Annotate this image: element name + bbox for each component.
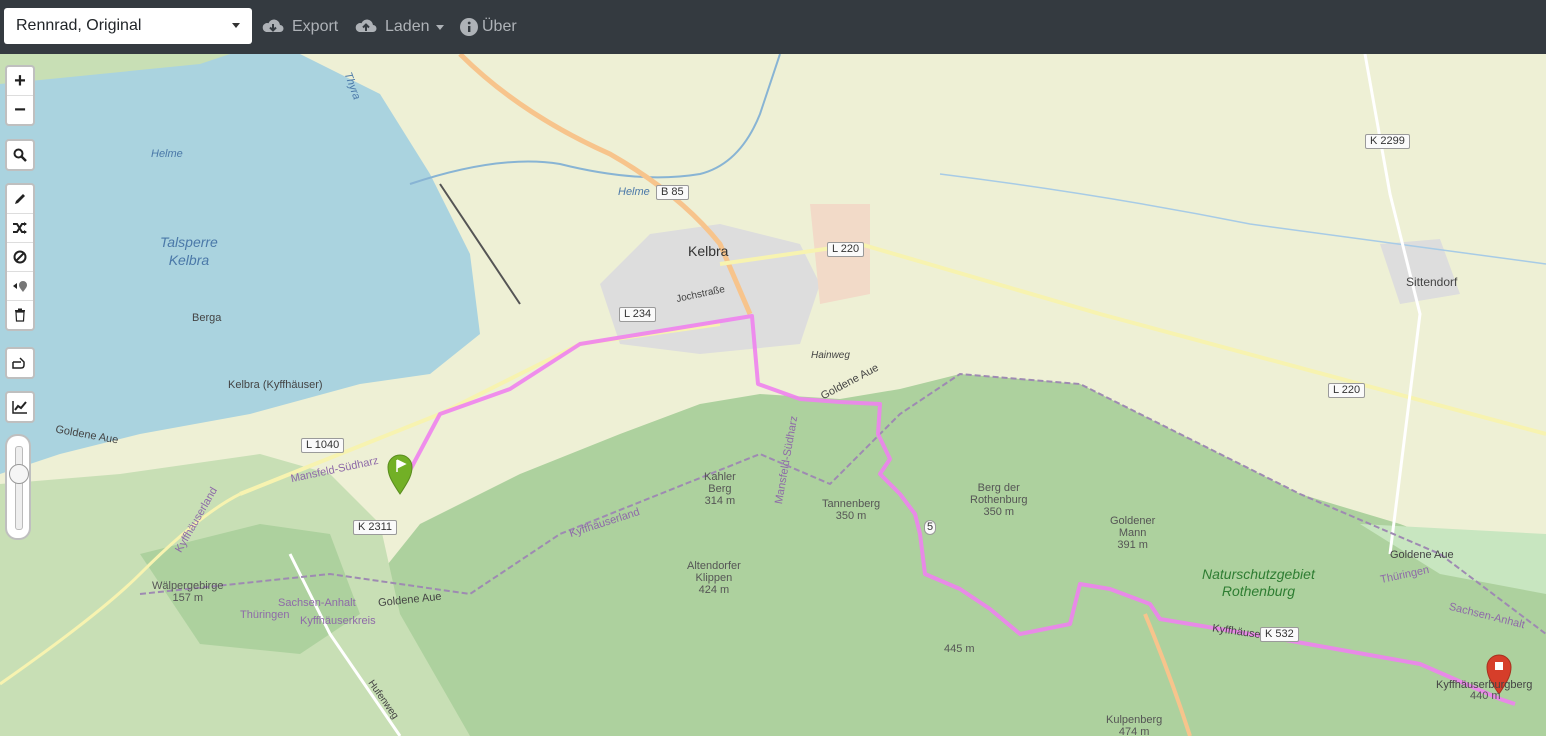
peak-kahler-berg: Kahler Berg 314 m bbox=[704, 471, 736, 507]
cloud-download-icon bbox=[262, 19, 284, 32]
top-navbar: Rennrad, Original Export Laden Über bbox=[0, 0, 1546, 54]
pencil-icon bbox=[15, 194, 25, 204]
map-label-helme-2: Helme bbox=[618, 186, 650, 198]
strava-control bbox=[5, 347, 35, 379]
export-label: Export bbox=[292, 18, 339, 35]
load-dropdown[interactable]: Laden bbox=[354, 14, 444, 40]
map-label-sachsen-anhalt-1: Sachsen-Anhalt bbox=[278, 597, 356, 609]
peak-waelpergebirge: Wälpergebirge 157 m bbox=[152, 580, 224, 604]
peak-tannenberg: Tannenberg 350 m bbox=[822, 498, 881, 522]
map-label-helme-1: Helme bbox=[151, 148, 183, 160]
end-marker[interactable] bbox=[1485, 650, 1513, 694]
info-icon bbox=[460, 18, 478, 36]
road-shield-k532: K 532 bbox=[1260, 627, 1299, 642]
zoom-out-button[interactable]: − bbox=[7, 96, 33, 124]
opacity-slider[interactable] bbox=[5, 434, 31, 540]
ban-icon bbox=[13, 250, 27, 264]
road-shield-b85: B 85 bbox=[656, 185, 689, 200]
search-button[interactable] bbox=[7, 141, 33, 169]
hand-point-icon bbox=[12, 357, 25, 369]
zoom-control: + − bbox=[5, 65, 35, 126]
peak-kulpenberg: Kulpenberg 474 m bbox=[1106, 714, 1163, 736]
trash-icon bbox=[15, 308, 25, 322]
zoom-in-button[interactable]: + bbox=[7, 67, 33, 96]
map-label-thueringen-1: Thüringen bbox=[240, 609, 290, 621]
marker-left-icon bbox=[13, 281, 27, 292]
elevation-control bbox=[5, 391, 35, 423]
chevron-down-icon bbox=[435, 24, 444, 30]
elevation-button[interactable] bbox=[7, 393, 33, 421]
about-button[interactable]: Über bbox=[460, 14, 517, 40]
search-control bbox=[5, 139, 35, 171]
slider-track bbox=[15, 446, 23, 530]
draw-toolbar bbox=[5, 183, 35, 331]
chevron-down-icon bbox=[232, 23, 240, 28]
road-shield-l220-b: L 220 bbox=[1328, 383, 1366, 398]
map-canvas[interactable]: Kelbra Sittendorf Berga Kelbra (Kyffhäus… bbox=[0, 54, 1546, 736]
route-shield-5: 5 bbox=[924, 520, 937, 535]
map-label-kelbra-kyffhauser: Kelbra (Kyffhäuser) bbox=[228, 379, 323, 391]
map-label-naturschutzgebiet: Naturschutzgebiet Rothenburg bbox=[1202, 566, 1315, 599]
chart-line-icon bbox=[12, 401, 27, 414]
road-shield-l234: L 234 bbox=[619, 307, 657, 322]
poi-button[interactable] bbox=[7, 272, 33, 301]
map-label-kyffhaeuserkreis: Kyffhäuserkreis bbox=[300, 615, 376, 627]
draw-route-button[interactable] bbox=[7, 185, 33, 214]
slider-handle[interactable] bbox=[9, 464, 29, 484]
about-label: Über bbox=[482, 18, 517, 35]
no-go-area-button[interactable] bbox=[7, 243, 33, 272]
road-shield-k2311: K 2311 bbox=[353, 520, 398, 535]
profile-select[interactable]: Rennrad, Original bbox=[4, 8, 252, 44]
road-shield-l220-a: L 220 bbox=[827, 242, 865, 257]
delete-route-button[interactable] bbox=[7, 301, 33, 329]
cloud-upload-icon bbox=[355, 19, 377, 32]
road-shield-k2299: K 2299 bbox=[1365, 134, 1410, 149]
map-label-hainweg: Hainweg bbox=[811, 350, 850, 361]
search-icon bbox=[13, 148, 27, 162]
start-marker[interactable] bbox=[386, 450, 414, 494]
peak-altendorfer-klippen: Altendorfer Klippen 424 m bbox=[687, 560, 741, 596]
load-label: Laden bbox=[385, 18, 430, 35]
peak-goldener-mann: Goldener Mann 391 m bbox=[1110, 515, 1156, 551]
road-shield-l1040: L 1040 bbox=[301, 438, 345, 453]
map-label-kelbra: Kelbra bbox=[688, 243, 729, 259]
map-label-talsperre: Talsperre Kelbra bbox=[160, 234, 218, 268]
profile-select-value: Rennrad, Original bbox=[16, 17, 142, 34]
map-label-sittendorf: Sittendorf bbox=[1406, 275, 1458, 289]
shuffle-icon bbox=[13, 222, 27, 234]
peak-berg-der-rothenburg: Berg der Rothenburg 350 m bbox=[970, 482, 1028, 518]
map-label-goldene-aue-4: Goldene Aue bbox=[1390, 549, 1454, 561]
hand-point-button[interactable] bbox=[7, 349, 33, 377]
map-label-berga: Berga bbox=[192, 312, 222, 324]
export-button[interactable]: Export bbox=[261, 14, 338, 40]
map-base-layer bbox=[0, 54, 1546, 736]
peak-445m: 445 m bbox=[944, 643, 975, 655]
reverse-route-button[interactable] bbox=[7, 214, 33, 243]
